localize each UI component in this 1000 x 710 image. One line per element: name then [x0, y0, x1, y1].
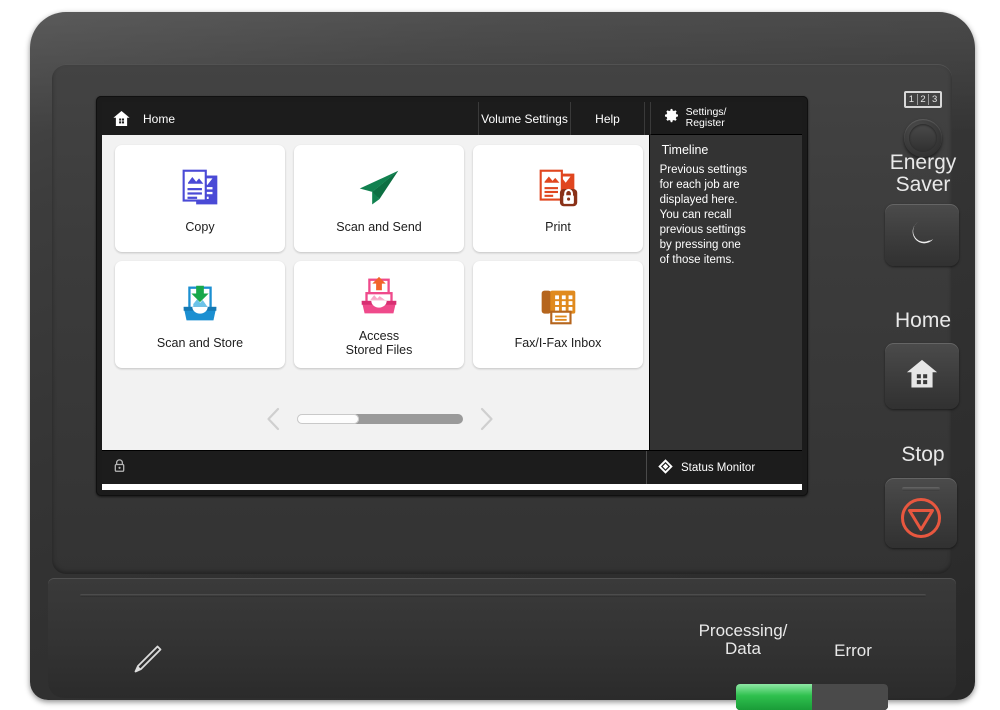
- lock-icon: [113, 458, 126, 478]
- page-scrollbar-track[interactable]: [297, 414, 463, 424]
- processing-data-label: Processing/ Data: [698, 621, 788, 658]
- timeline-description: Previous settings for each job are displ…: [659, 164, 748, 266]
- tile-access-stored-files[interactable]: Access Stored Files: [294, 261, 464, 368]
- page-scrollbar-thumb[interactable]: [297, 414, 359, 424]
- counter-digit: 1: [908, 94, 914, 105]
- copy-documents-icon: [175, 163, 225, 215]
- tile-label: Scan and Store: [156, 336, 244, 350]
- paper-plane-icon: [354, 163, 404, 215]
- energy-saver-label: Energy Saver: [889, 151, 957, 196]
- home-button[interactable]: [885, 343, 959, 409]
- tile-scan-and-store[interactable]: Scan and Store: [115, 261, 285, 368]
- lcd-bezel: Home Volume Settings Help Copy Scan and …: [96, 96, 808, 496]
- home-label: Home: [894, 309, 952, 332]
- fax-machine-icon: [533, 279, 583, 331]
- house-icon: [904, 356, 940, 397]
- status-bar: Status Monitor: [102, 450, 802, 484]
- status-monitor-button[interactable]: Status Monitor: [646, 451, 802, 484]
- processing-data-led: [736, 684, 812, 710]
- volume-settings-button[interactable]: Volume Settings: [478, 102, 570, 135]
- applications-pane: Copy Scan and Send Print Scan and Store …: [102, 135, 649, 450]
- stop-label: Stop: [901, 443, 945, 466]
- tile-label: Access Stored Files: [345, 329, 413, 357]
- volume-settings-label: Volume Settings: [481, 111, 568, 126]
- screen-body: Copy Scan and Send Print Scan and Store …: [102, 102, 802, 450]
- status-monitor-label: Status Monitor: [681, 461, 756, 474]
- tray-up-arrow-icon: [354, 272, 404, 324]
- printer-control-panel: Home Volume Settings Help Copy Scan and …: [30, 12, 975, 710]
- statusbar-left: [102, 451, 646, 484]
- stop-button-ridge: [902, 487, 940, 491]
- settings-register-label: Settings/ Register: [685, 105, 727, 129]
- tile-scan-and-send[interactable]: Scan and Send: [294, 145, 464, 252]
- stylus-icon: [127, 640, 167, 685]
- settings-register-button[interactable]: Settings/ Register: [649, 102, 802, 135]
- gear-icon: [663, 107, 680, 129]
- timeline-title: Timeline: [661, 143, 709, 157]
- counter-check-badge[interactable]: 1 2 3: [904, 91, 942, 108]
- page-navigation: [102, 404, 658, 434]
- help-button[interactable]: Help: [570, 102, 644, 135]
- tile-label: Scan and Send: [336, 220, 422, 234]
- tile-label: Copy: [185, 220, 215, 234]
- tile-label: Fax/I-Fax Inbox: [514, 336, 602, 350]
- application-tiles: Copy Scan and Send Print Scan and Store …: [102, 135, 649, 368]
- stop-triangle-icon: [899, 496, 943, 545]
- chevron-left-icon[interactable]: [263, 406, 283, 432]
- indicator-led-strip: [736, 684, 888, 710]
- touch-screen[interactable]: Home Volume Settings Help Copy Scan and …: [102, 102, 802, 490]
- tile-label: Print: [545, 220, 571, 234]
- house-icon: [112, 109, 131, 128]
- topbar-home-label: Home: [143, 111, 176, 126]
- counter-digit: 3: [928, 94, 940, 105]
- tray-down-arrow-icon: [175, 279, 225, 331]
- diamond-monitor-icon: [657, 458, 674, 478]
- stop-button[interactable]: [885, 478, 957, 548]
- print-lock-icon: [533, 163, 583, 215]
- topbar-home-button[interactable]: Home: [102, 102, 478, 135]
- error-led: [812, 684, 888, 710]
- crescent-moon-icon: [906, 217, 938, 254]
- chevron-right-icon[interactable]: [477, 406, 497, 432]
- energy-saver-button[interactable]: [885, 204, 959, 266]
- tile-print[interactable]: Print: [473, 145, 643, 252]
- timeline-pane: Settings/ Register Timeline Previous set…: [648, 102, 802, 450]
- error-label: Error: [834, 641, 872, 660]
- panel-seam: [80, 594, 926, 597]
- tile-copy[interactable]: Copy: [115, 145, 285, 252]
- help-label: Help: [595, 111, 620, 126]
- counter-digit: 2: [916, 94, 929, 105]
- tile-fax-inbox[interactable]: Fax/I-Fax Inbox: [473, 261, 643, 368]
